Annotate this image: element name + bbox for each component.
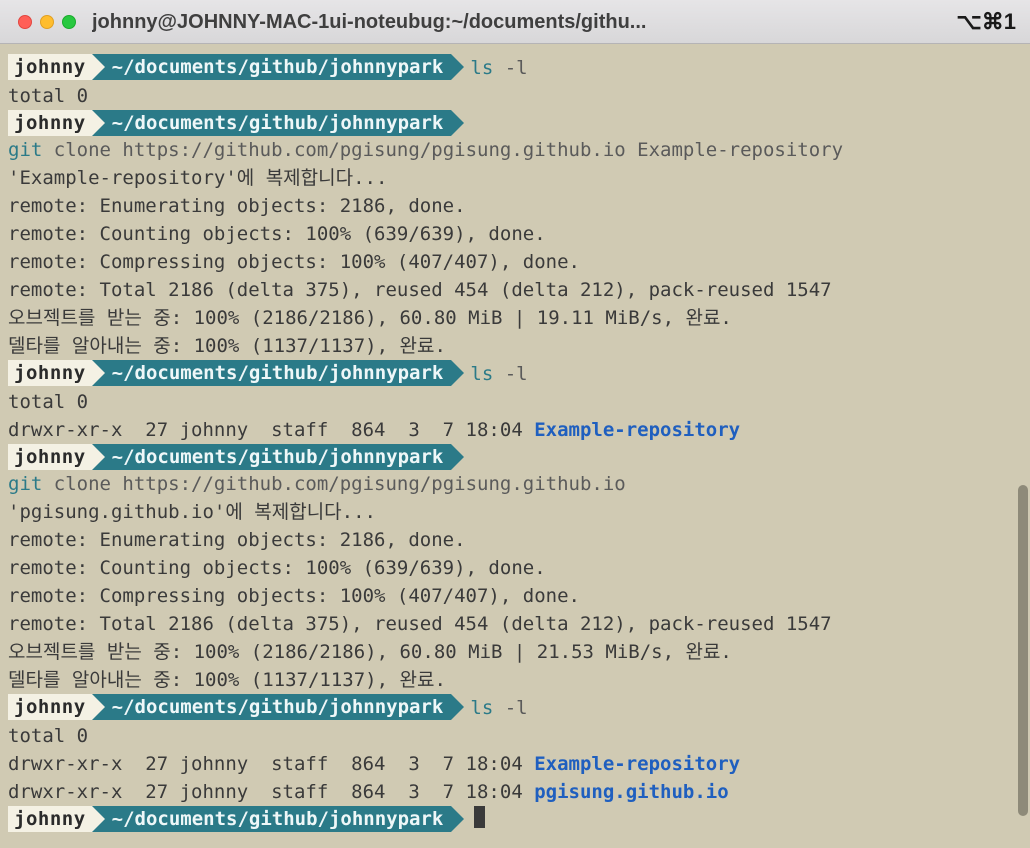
- output-line: 오브젝트를 받는 중: 100% (2186/2186), 60.80 MiB …: [8, 638, 1022, 666]
- output-line: total 0: [8, 722, 1022, 750]
- prompt-path: ~/documents/github/johnnypark: [92, 806, 452, 832]
- prompt-arrow-icon: [92, 806, 105, 832]
- zoom-window-button[interactable]: [62, 15, 76, 29]
- command-text: git clone https://github.com/pgisung/pgi…: [8, 470, 626, 498]
- prompt-path: ~/documents/github/johnnypark: [92, 360, 452, 386]
- prompt-line: johnny~/documents/github/johnnypark: [8, 806, 1022, 834]
- prompt-user: johnny: [8, 694, 92, 720]
- output-line: remote: Compressing objects: 100% (407/4…: [8, 248, 1022, 276]
- directory-name: pgisung.github.io: [534, 781, 728, 803]
- prompt-path: ~/documents/github/johnnypark: [92, 54, 452, 80]
- output-line: remote: Enumerating objects: 2186, done.: [8, 526, 1022, 554]
- prompt-line: johnny~/documents/github/johnnypark ls -l: [8, 54, 1022, 82]
- output-line: remote: Compressing objects: 100% (407/4…: [8, 582, 1022, 610]
- output-line: 'pgisung.github.io'에 복제합니다...: [8, 498, 1022, 526]
- terminal-area[interactable]: johnny~/documents/github/johnnyparkls -l…: [0, 44, 1030, 842]
- output-line: 'Example-repository'에 복제합니다...: [8, 164, 1022, 192]
- directory-name: Example-repository: [534, 753, 740, 775]
- command-text: ls -l: [470, 694, 527, 722]
- window-title: johnny@JOHNNY-MAC-1ui-noteubug:~/documen…: [92, 8, 944, 36]
- close-window-button[interactable]: [18, 15, 32, 29]
- prompt-line: johnny~/documents/github/johnnyparkgit c…: [8, 110, 1022, 164]
- prompt-arrow-icon: [92, 444, 105, 470]
- prompt-user: johnny: [8, 806, 92, 832]
- ls-line: drwxr-xr-x 27 johnny staff 864 3 7 18:04…: [8, 750, 1022, 778]
- prompt-arrow-icon: [92, 360, 105, 386]
- prompt-user: johnny: [8, 444, 92, 470]
- output-line: remote: Total 2186 (delta 375), reused 4…: [8, 610, 1022, 638]
- scrollbar-thumb[interactable]: [1018, 485, 1028, 816]
- traffic-lights: [18, 15, 76, 29]
- prompt-path: ~/documents/github/johnnypark: [92, 110, 452, 136]
- prompt-line: johnny~/documents/github/johnnyparkgit c…: [8, 444, 1022, 498]
- window-shortcut-hint: ⌥⌘1: [956, 8, 1016, 36]
- prompt-user: johnny: [8, 360, 92, 386]
- minimize-window-button[interactable]: [40, 15, 54, 29]
- prompt-arrow-icon: [92, 694, 105, 720]
- cursor-icon: [474, 806, 485, 828]
- output-line: 오브젝트를 받는 중: 100% (2186/2186), 60.80 MiB …: [8, 304, 1022, 332]
- prompt-path: ~/documents/github/johnnypark: [92, 444, 452, 470]
- ls-line: drwxr-xr-x 27 johnny staff 864 3 7 18:04…: [8, 416, 1022, 444]
- prompt-path: ~/documents/github/johnnypark: [92, 694, 452, 720]
- prompt-arrow-icon: [451, 806, 464, 832]
- scrollbar[interactable]: [1018, 52, 1028, 840]
- prompt-arrow-icon: [92, 110, 105, 136]
- output-line: remote: Counting objects: 100% (639/639)…: [8, 220, 1022, 248]
- prompt-line: johnny~/documents/github/johnnypark ls -l: [8, 360, 1022, 388]
- output-line: 델타를 알아내는 중: 100% (1137/1137), 완료.: [8, 332, 1022, 360]
- prompt-line: johnny~/documents/github/johnnypark ls -l: [8, 694, 1022, 722]
- prompt-arrow-icon: [451, 54, 464, 80]
- command-text: ls -l: [470, 54, 527, 82]
- prompt-arrow-icon: [92, 54, 105, 80]
- window-titlebar: johnny@JOHNNY-MAC-1ui-noteubug:~/documen…: [0, 0, 1030, 44]
- output-line: 델타를 알아내는 중: 100% (1137/1137), 완료.: [8, 666, 1022, 694]
- prompt-user: johnny: [8, 54, 92, 80]
- prompt-arrow-icon: [451, 360, 464, 386]
- prompt-user: johnny: [8, 110, 92, 136]
- prompt-arrow-icon: [451, 110, 464, 136]
- output-line: total 0: [8, 82, 1022, 110]
- directory-name: Example-repository: [534, 419, 740, 441]
- output-line: remote: Enumerating objects: 2186, done.: [8, 192, 1022, 220]
- prompt-arrow-icon: [451, 444, 464, 470]
- ls-line: drwxr-xr-x 27 johnny staff 864 3 7 18:04…: [8, 778, 1022, 806]
- output-line: total 0: [8, 388, 1022, 416]
- output-line: remote: Counting objects: 100% (639/639)…: [8, 554, 1022, 582]
- command-text: git clone https://github.com/pgisung/pgi…: [8, 136, 843, 164]
- command-text: ls -l: [470, 360, 527, 388]
- prompt-arrow-icon: [451, 694, 464, 720]
- output-line: remote: Total 2186 (delta 375), reused 4…: [8, 276, 1022, 304]
